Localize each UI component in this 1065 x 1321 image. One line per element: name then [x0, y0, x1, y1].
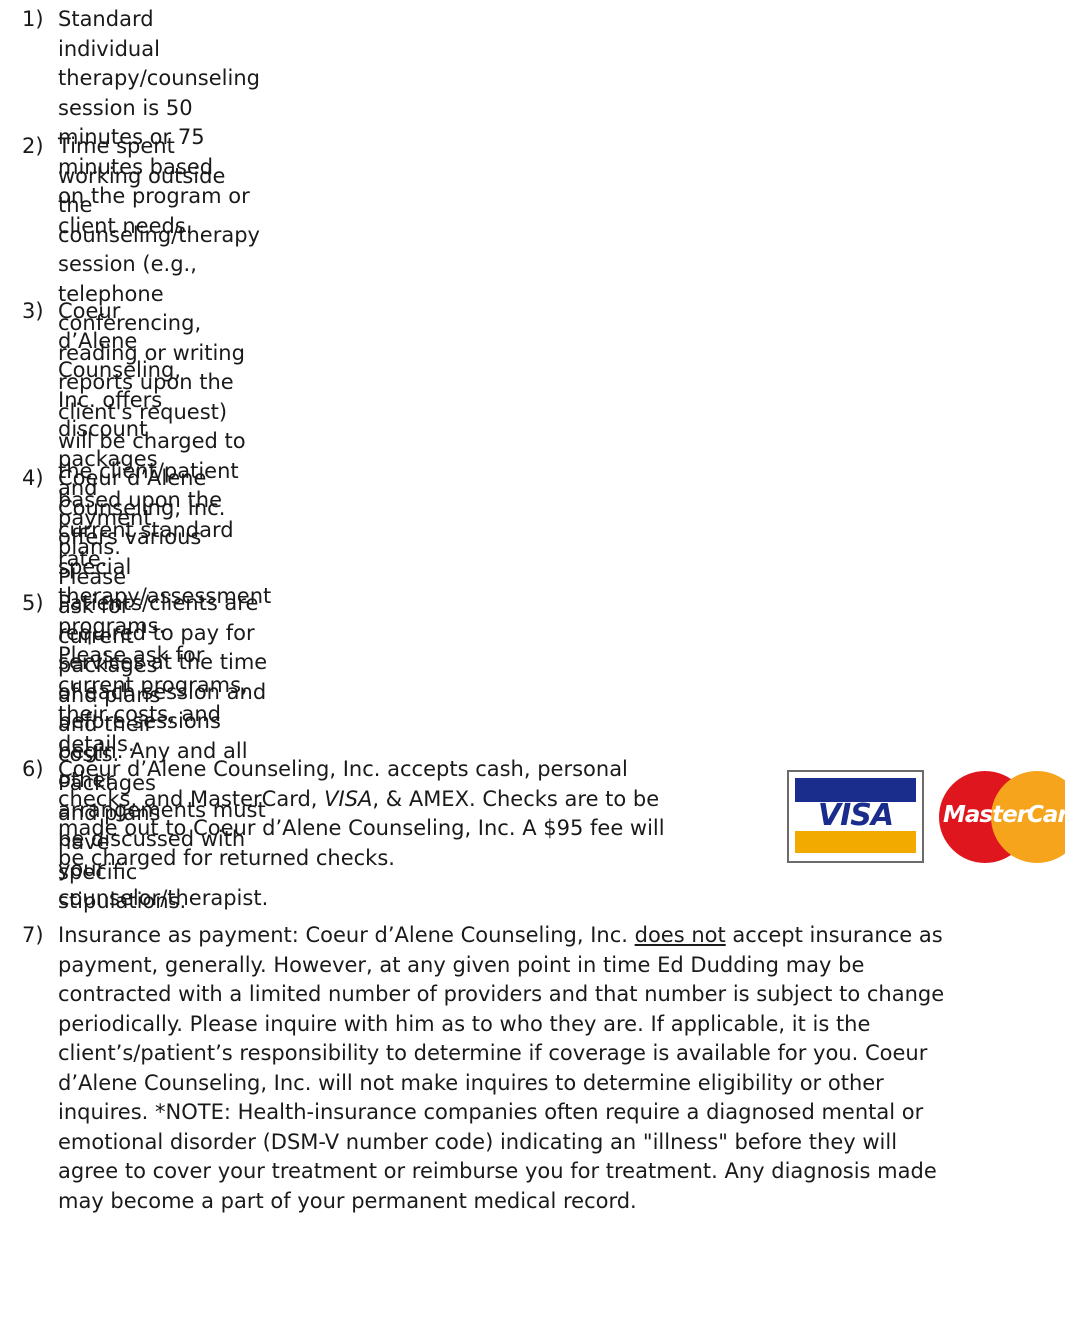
item-number: 6)	[22, 757, 44, 781]
visa-gold-band	[795, 831, 916, 853]
item-line: Time spent working outside the counselin…	[58, 134, 260, 306]
item-number: 1)	[22, 7, 44, 31]
item-number: 4)	[22, 466, 44, 490]
item-line: d’Alene Counseling, Inc. will not make i…	[58, 1070, 884, 1095]
visa-italic-text: VISA	[324, 786, 373, 811]
item-line-part: checks, and MasterCard,	[58, 786, 325, 811]
item-line: Insurance as payment: Coeur d’Alene Coun…	[58, 921, 944, 951]
item-line: contracted with a limited number of prov…	[58, 982, 945, 1006]
item-line: periodically. Please inquire with him as…	[58, 1011, 871, 1036]
item-line: emotional disorder (DSM-V number code) i…	[58, 1129, 898, 1154]
item-line: inquires. *NOTE: Health-insurance compan…	[58, 1100, 924, 1124]
item-number: 7)	[22, 923, 44, 947]
item-line: payment, generally. However, at any give…	[58, 952, 865, 977]
item-line: client’s/patient’s responsibility to det…	[58, 1041, 928, 1065]
mastercard-logo: MasterCard	[939, 771, 1065, 863]
visa-wordmark: VISA	[817, 798, 894, 833]
item-number: 5)	[22, 591, 44, 615]
item-number: 3)	[22, 299, 44, 323]
item-line: be charged for returned checks.	[58, 845, 395, 870]
item-line: Patients/clients are required to pay for…	[58, 591, 268, 704]
item-line-part: accept insurance as	[725, 923, 943, 947]
item-line: made out to Coeur d’Alene Counseling, In…	[58, 816, 665, 840]
item-line: counselor/therapist.	[58, 886, 269, 910]
item-number: 2)	[22, 134, 44, 158]
underlined-text: does not	[634, 923, 726, 947]
item-line: Coeur d’Alene Counseling, Inc. accepts c…	[58, 757, 628, 781]
visa-logo: VISA	[787, 770, 924, 863]
item-line: agree to cover your treatment or reimbur…	[58, 1159, 937, 1183]
mastercard-wordmark: MasterCard	[943, 802, 1065, 828]
item-line: checks, and MasterCard, VISA, & AMEX. Ch…	[58, 785, 665, 815]
item-line: may become a part of your permanent medi…	[58, 1188, 637, 1213]
item-line-part: , & AMEX. Checks are to be	[372, 786, 660, 811]
item-line-part: Insurance as payment: Coeur d’Alene Coun…	[58, 923, 635, 947]
